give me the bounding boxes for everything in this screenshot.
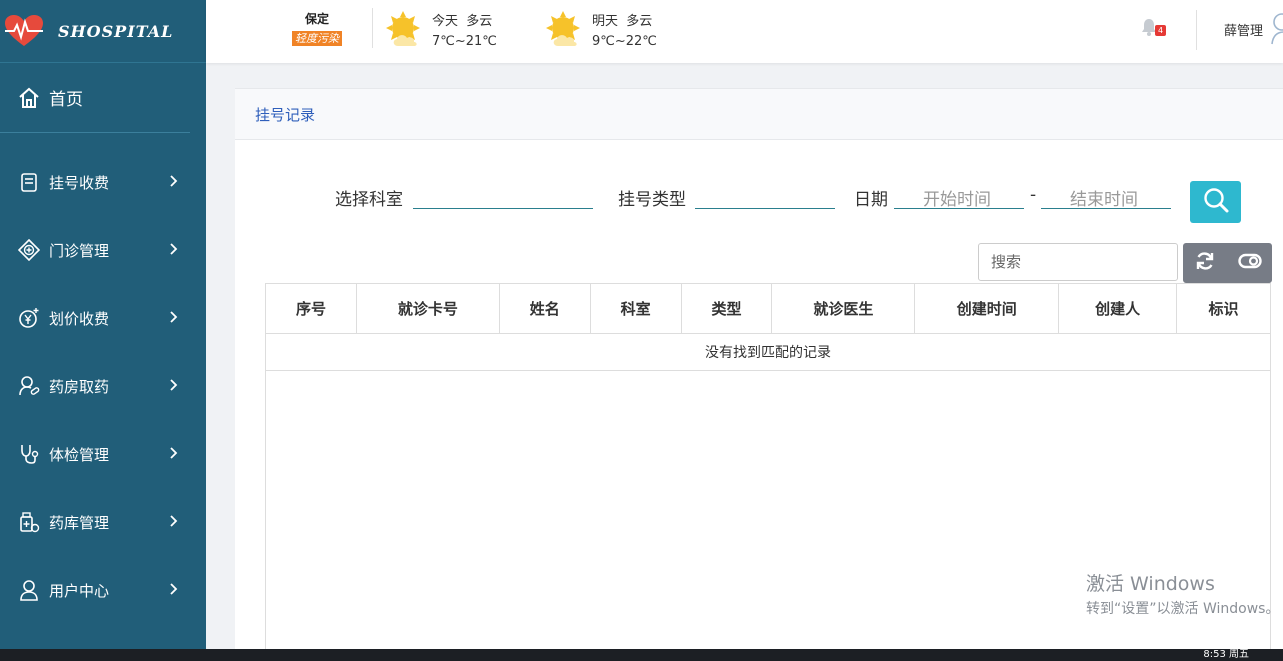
sidebar-item-registration[interactable]: 挂号收费 [0, 148, 206, 216]
start-date-underline [894, 208, 1024, 209]
clinic-icon [18, 239, 40, 261]
notification-badge: 4 [1155, 25, 1166, 36]
sidebar-menu: 挂号收费 门诊管理 划价收费 药房取药 体检管理 药库管理 用户中心 [0, 148, 206, 624]
column-header-type[interactable]: 类型 [680, 283, 773, 334]
tomorrow-temp: 9℃~22℃ [592, 34, 657, 49]
sidebar-item-label: 首页 [49, 90, 83, 110]
column-header-doctor[interactable]: 就诊医生 [771, 283, 916, 334]
taskbar-clock[interactable]: 8:53 周五 [1203, 650, 1249, 660]
refresh-icon [1195, 251, 1215, 275]
medicine-store-icon [18, 511, 40, 533]
records-table: 序号 就诊卡号 姓名 科室 类型 就诊医生 创建时间 创建人 标识 没有找到匹配… [265, 283, 1271, 371]
today-label: 今天 [432, 14, 459, 29]
app-logo[interactable]: SHOSPITAL [0, 0, 206, 63]
yuan-icon [18, 307, 40, 329]
pharmacy-icon [18, 375, 40, 397]
refresh-button[interactable] [1183, 243, 1228, 283]
user-icon [18, 579, 40, 601]
department-select[interactable] [413, 208, 593, 209]
toggle-icon [1238, 253, 1262, 273]
weather-tomorrow: 明天 多云 9℃~22℃ [542, 8, 657, 56]
windows-activation-watermark: 激活 Windows 转到“设置”以激活 Windows。 [1086, 569, 1279, 618]
watermark-title: 激活 Windows [1086, 573, 1215, 595]
type-label: 挂号类型 [618, 190, 686, 210]
sidebar-item-user-center[interactable]: 用户中心 [0, 556, 206, 624]
type-select[interactable] [695, 208, 835, 209]
sidebar-item-home[interactable]: 首页 [0, 63, 190, 133]
sidebar-item-label: 门诊管理 [49, 241, 110, 260]
date-separator: - [1030, 185, 1037, 205]
os-taskbar: 8:53 周五 [0, 649, 1283, 661]
today-condition: 多云 [466, 14, 493, 29]
weather-today: 今天 多云 7℃~21℃ [382, 8, 497, 56]
sidebar-item-label: 体检管理 [49, 445, 110, 464]
chevron-right-icon [170, 241, 178, 259]
city-name: 保定 [304, 12, 329, 26]
sidebar-item-medicine-store[interactable]: 药库管理 [0, 488, 206, 556]
sidebar-item-physical-exam[interactable]: 体检管理 [0, 420, 206, 488]
sidebar-item-pricing[interactable]: 划价收费 [0, 284, 206, 352]
department-label: 选择科室 [335, 190, 403, 210]
chevron-right-icon [170, 377, 178, 395]
sidebar-item-pharmacy[interactable]: 药房取药 [0, 352, 206, 420]
sidebar-item-label: 药库管理 [49, 513, 110, 532]
tomorrow-label: 明天 [592, 14, 619, 29]
avatar[interactable] [1270, 10, 1283, 50]
chevron-right-icon [170, 581, 178, 599]
divider [372, 8, 373, 48]
sidebar-item-label: 用户中心 [49, 581, 110, 600]
date-label: 日期 [854, 190, 888, 210]
chevron-right-icon [170, 513, 178, 531]
column-header-name[interactable]: 姓名 [498, 283, 591, 334]
column-header-card-no[interactable]: 就诊卡号 [355, 283, 500, 334]
air-quality-badge: 轻度污染 [292, 31, 342, 46]
column-header-index[interactable]: 序号 [265, 283, 357, 334]
sidebar-item-label: 划价收费 [49, 309, 110, 328]
panel-header: 挂号记录 [235, 89, 1283, 140]
top-bar: 保定 轻度污染 今天 多云 7℃~21℃ 明天 多云 9℃~22℃ 4 薛管理 [206, 0, 1283, 63]
divider [1196, 10, 1197, 50]
chevron-right-icon [170, 309, 178, 327]
end-date-input[interactable]: 结束时间 [1070, 185, 1138, 210]
city-air-quality: 保定 轻度污染 [284, 10, 350, 46]
partly-cloudy-icon [542, 8, 588, 56]
today-temp: 7℃~21℃ [432, 34, 497, 49]
registration-icon [18, 171, 40, 193]
column-header-flag[interactable]: 标识 [1176, 283, 1271, 334]
sidebar-item-clinic[interactable]: 门诊管理 [0, 216, 206, 284]
sidebar-item-label: 药房取药 [49, 377, 110, 396]
table-row: 没有找到匹配的记录 [265, 333, 1271, 371]
user-name[interactable]: 薛管理 [1224, 20, 1263, 39]
start-date-input[interactable]: 开始时间 [923, 185, 991, 210]
column-header-creator[interactable]: 创建人 [1058, 283, 1178, 334]
logo-text: SHOSPITAL [58, 21, 174, 41]
home-icon [18, 87, 40, 109]
tomorrow-condition: 多云 [626, 14, 653, 29]
search-button[interactable] [1190, 181, 1241, 223]
chevron-right-icon [170, 445, 178, 463]
stethoscope-icon [18, 443, 40, 465]
search-icon [1202, 186, 1230, 218]
column-header-created-time[interactable]: 创建时间 [914, 283, 1060, 334]
end-date-underline [1041, 208, 1171, 209]
heart-pulse-icon [4, 14, 44, 48]
filter-bar: 选择科室 挂号类型 日期 开始时间 - 结束时间 [235, 182, 1283, 222]
toggle-view-button[interactable] [1228, 243, 1273, 283]
page-title: 挂号记录 [255, 105, 316, 124]
sidebar: SHOSPITAL 首页 挂号收费 门诊管理 划价收费 药房取药 体检管理 药库… [0, 0, 206, 661]
chevron-right-icon [170, 173, 178, 191]
watermark-subtitle: 转到“设置”以激活 Windows。 [1086, 601, 1280, 617]
table-search-input[interactable] [978, 243, 1178, 281]
empty-table-message: 没有找到匹配的记录 [265, 333, 1271, 371]
table-header-row: 序号 就诊卡号 姓名 科室 类型 就诊医生 创建时间 创建人 标识 [265, 283, 1271, 334]
column-header-department[interactable]: 科室 [589, 283, 682, 334]
sidebar-item-label: 挂号收费 [49, 173, 110, 192]
partly-cloudy-icon [382, 8, 428, 56]
table-toolbar [1183, 243, 1272, 283]
